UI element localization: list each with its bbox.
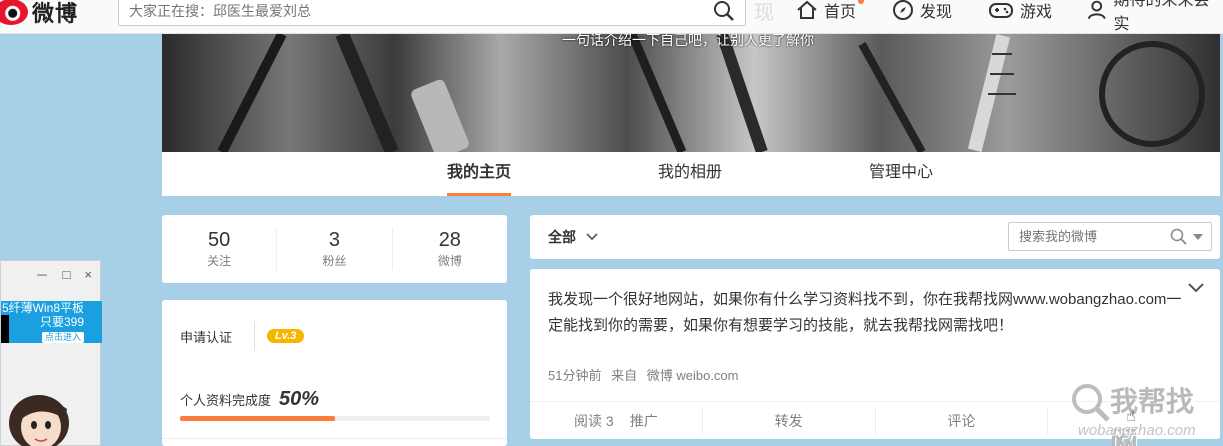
tab-my-album[interactable]: 我的相册: [658, 152, 722, 196]
cover-bicycles-image: [217, 34, 1205, 152]
maximize-button[interactable]: □: [63, 267, 71, 282]
post-source-prefix: 来自: [611, 368, 638, 383]
cover-photo: 一句话介绍一下自己吧，让别人更了解你: [162, 34, 1220, 152]
post-meta: 51分钟前 来自 微博 weibo.com: [548, 365, 738, 384]
global-search-input[interactable]: [119, 0, 699, 25]
user-icon: [1087, 0, 1106, 20]
stat-posts[interactable]: 28 微博: [393, 228, 507, 270]
tab-my-home[interactable]: 我的主页: [447, 152, 512, 196]
popup-ad-banner[interactable]: 5纤薄Win8平板 只要399 点击进入: [1, 301, 102, 343]
global-search-box: [118, 0, 746, 26]
nav-faded-text: 现: [754, 2, 774, 24]
post-source[interactable]: 微博 weibo.com: [647, 368, 739, 383]
post-time[interactable]: 51分钟前: [548, 368, 601, 383]
search-icon[interactable]: [713, 0, 735, 22]
nav-username: 期待的未来会实: [1113, 0, 1210, 33]
following-label: 关注: [207, 254, 232, 268]
verify-row: 申请认证 Lv.3: [180, 321, 305, 351]
completion-row[interactable]: 个人资料完成度 50%: [180, 388, 319, 411]
completion-label: 个人资料完成度: [180, 393, 272, 408]
stats-card: 50 关注 3 粉丝 28 微博: [162, 215, 507, 283]
level-badge[interactable]: Lv.3: [267, 329, 305, 343]
magnifier-logo-icon: [1072, 384, 1110, 422]
posts-label: 微博: [437, 254, 462, 268]
nav-user-profile[interactable]: 期待的未来会实: [1086, 0, 1223, 33]
read-promote-action[interactable]: 阅读 3 推广: [530, 407, 703, 434]
logo-text: 微博: [32, 1, 79, 26]
repost-button[interactable]: 转发: [703, 407, 876, 434]
profile-intro[interactable]: 一句话介绍一下自己吧，让别人更了解你: [562, 34, 814, 50]
profile-info-card: 申请认证 Lv.3 个人资料完成度 50%: [162, 300, 507, 446]
compass-icon: [893, 0, 913, 20]
ad-line1: 5纤薄Win8平板: [1, 301, 84, 315]
weibo-eye-icon: [0, 0, 28, 25]
cartoon-avatar-image: [9, 395, 69, 446]
nav-home[interactable]: 首页: [796, 0, 865, 24]
ad-enter-button[interactable]: 点击进入: [41, 332, 84, 343]
feed-filter-dropdown[interactable]: 全部: [548, 227, 598, 247]
my-posts-search-box: [1008, 222, 1212, 251]
chevron-down-icon: [586, 233, 598, 241]
hand-cursor-icon: ☝: [1126, 408, 1136, 425]
profile-divider: [162, 438, 507, 439]
gamepad-icon: [989, 3, 1013, 18]
posts-count: 28: [438, 229, 461, 251]
popup-titlebar: － □ ×: [1, 261, 100, 287]
search-icon[interactable]: [1170, 228, 1187, 245]
post-text: 我发现一个很好地网站，如果你有什么学习资料找不到，你在我帮找网www.woban…: [548, 291, 1182, 334]
completion-progress-bar: [180, 416, 490, 421]
feed-header: 全部: [530, 215, 1220, 259]
verify-divider: [254, 321, 256, 351]
site-watermark: 我帮找网 wobangzhao.com: [1070, 378, 1220, 446]
notification-dot: [858, 0, 865, 4]
popup-ad-window: － □ × 5纤薄Win8平板 只要399 点击进入: [0, 260, 102, 446]
tab-management-center[interactable]: 管理中心: [869, 152, 933, 196]
completion-progress-fill: [180, 416, 335, 421]
close-button[interactable]: ×: [84, 267, 92, 282]
nav-discover-label: 发现: [920, 4, 953, 21]
caret-down-icon[interactable]: [1193, 234, 1203, 240]
ad-product-image: [1, 315, 9, 343]
watermark-sub: wobangzhao.com: [1078, 422, 1196, 439]
weibo-logo[interactable]: 微博: [0, 0, 78, 30]
my-posts-search-input[interactable]: [1009, 223, 1159, 250]
nav-games[interactable]: 游戏: [988, 0, 1052, 24]
followers-count: 3: [328, 229, 341, 251]
home-icon: [797, 0, 817, 19]
completion-percent: 50%: [279, 388, 320, 410]
ad-line2: 只要399: [39, 315, 84, 329]
nav-home-label: 首页: [824, 4, 857, 21]
nav-discover[interactable]: 发现: [892, 0, 952, 24]
following-count: 50: [208, 229, 231, 251]
feed-filter-label: 全部: [548, 229, 576, 245]
apply-verification-link[interactable]: 申请认证: [180, 327, 232, 346]
comment-button[interactable]: 评论: [876, 407, 1049, 434]
profile-tabs: 我的主页 我的相册 管理中心: [162, 152, 1220, 196]
read-count: 阅读 3: [574, 413, 614, 429]
chevron-down-icon[interactable]: [1188, 283, 1204, 293]
followers-label: 粉丝: [322, 254, 347, 268]
top-nav-bar: 微博 现 首页 发现 游戏 期: [0, 0, 1223, 34]
promote-button[interactable]: 推广: [630, 413, 658, 429]
nav-games-label: 游戏: [1020, 4, 1053, 21]
stat-followers[interactable]: 3 粉丝: [277, 228, 393, 270]
stat-following[interactable]: 50 关注: [162, 228, 278, 270]
minimize-button[interactable]: －: [36, 265, 49, 284]
